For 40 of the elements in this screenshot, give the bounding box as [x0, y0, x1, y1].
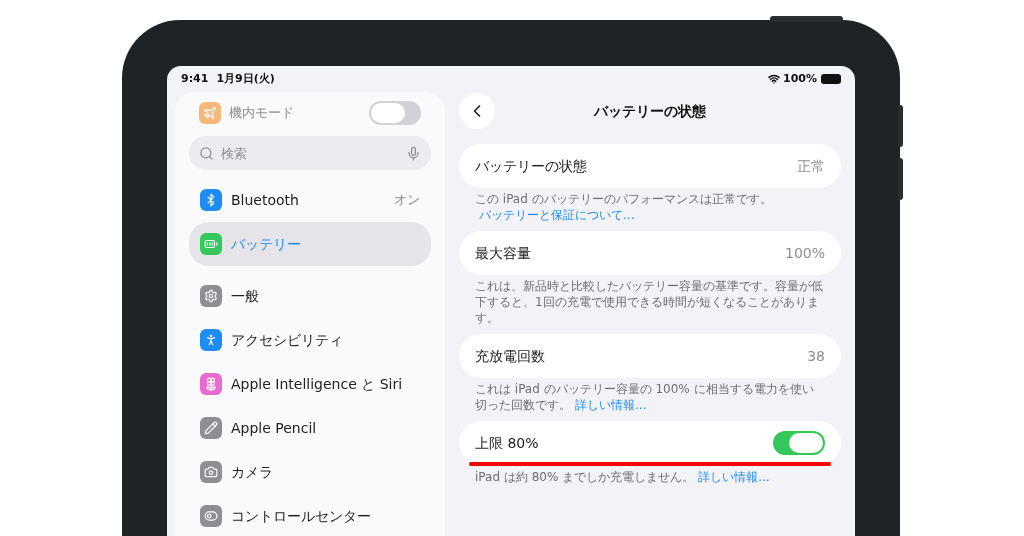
page-title: バッテリーの状態 — [592, 101, 707, 121]
toggle-switch[interactable] — [773, 431, 825, 455]
footer-text: これは iPad のバッテリー容量の 100% に相当する電力を使い切った回数です。 詳しい情報... — [474, 381, 815, 413]
sidebar-label: Apple Intelligence と Siri — [231, 374, 404, 394]
row-value: 正常 — [797, 156, 825, 176]
sidebar-label: アクセシビリティ — [231, 330, 344, 350]
sidebar-label: 機内モード — [229, 104, 295, 123]
sidebar-label: コントロールセンター — [231, 506, 372, 526]
sidebar-item[interactable]: 一般 — [189, 274, 431, 318]
back-button[interactable] — [459, 93, 495, 129]
sidebar-item[interactable]: コントロールセンター — [189, 494, 431, 536]
row-value: 100% — [784, 243, 825, 263]
row-label: 最大容量 — [475, 243, 532, 263]
sidebar-value: オン — [394, 191, 420, 210]
status-time: 9:41 — [181, 70, 209, 87]
battery-icon — [821, 74, 841, 84]
row-label: 上限 80% — [475, 433, 540, 453]
search-icon — [199, 146, 214, 161]
battery-percent: 100% — [783, 70, 817, 87]
sidebar-label: Bluetooth — [231, 190, 300, 210]
footer-text: iPad は約 80% までしか充電しません。 詳しい情報... — [474, 469, 771, 485]
row-label: 充放電回数 — [475, 346, 546, 366]
search-field[interactable]: 検索 — [189, 136, 431, 170]
row-label: バッテリーの状態 — [475, 156, 588, 176]
sidebar-label: カメラ — [231, 462, 274, 482]
footer-text: この iPad のバッテリーのパフォーマンスは正常です。 バッテリーと保証について... — [474, 191, 773, 223]
wifi-icon — [768, 73, 780, 85]
sidebar-item[interactable]: カメラ — [189, 450, 431, 494]
sidebar-label: 一般 — [231, 286, 260, 306]
status-date: 1月9日(火) — [216, 70, 276, 87]
sidebar-item[interactable]: アクセシビリティ — [189, 318, 431, 362]
toggle-switch[interactable] — [369, 101, 421, 125]
sidebar-item[interactable]: Apple Intelligence と Siri — [189, 362, 431, 406]
microphone-icon — [406, 146, 421, 161]
sidebar-label: バッテリー — [231, 234, 302, 254]
sidebar-label: Apple Pencil — [231, 418, 318, 438]
sidebar-item[interactable]: Apple Pencil — [189, 406, 431, 450]
footer-text: これは、新品時と比較したバッテリー容量の基準です。容量が低下すると、1回の充電で使用できる時間が短くなることがあります。 — [474, 278, 824, 326]
row-value: 38 — [807, 346, 825, 366]
sidebar-item[interactable]: Bluetooth オン — [189, 178, 431, 222]
